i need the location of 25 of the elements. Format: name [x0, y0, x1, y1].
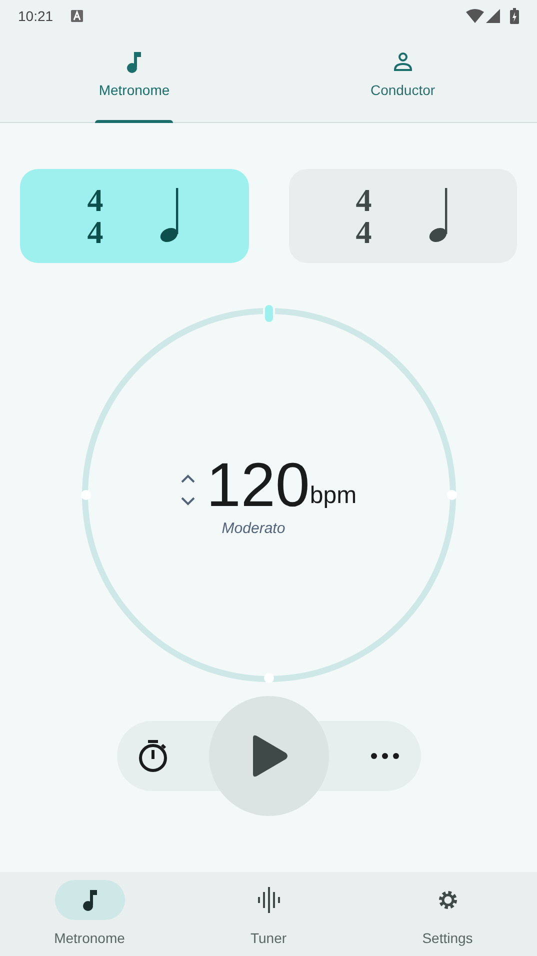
stopwatch-icon	[136, 739, 168, 773]
battery-icon	[510, 8, 519, 24]
more-icon	[370, 753, 398, 759]
time-signature-numerator: 4	[87, 184, 104, 216]
signal-icon	[486, 9, 500, 23]
wifi-icon	[466, 9, 484, 23]
time-signature-numerator: 4	[356, 184, 372, 216]
increase-tempo-icon[interactable]	[180, 474, 196, 484]
nav-item[interactable]: Settings	[358, 872, 537, 956]
meter-card[interactable]: 4 4	[20, 169, 248, 263]
meter-card[interactable]: 4 4	[288, 169, 517, 263]
quarter-note-icon	[428, 188, 450, 244]
tempo-marking: Moderato	[222, 518, 286, 539]
time-signature-denominator: 4	[356, 216, 372, 248]
decrease-tempo-icon[interactable]	[180, 496, 196, 506]
keyboard-a-icon	[71, 10, 84, 22]
status-time: 10:21	[18, 6, 54, 26]
tab[interactable]: Metronome	[0, 32, 268, 122]
time-signature-denominator: 4	[87, 216, 104, 248]
tab[interactable]: Conductor	[268, 32, 537, 122]
waveform-icon	[256, 886, 280, 914]
nav-item[interactable]: Tuner	[179, 872, 358, 956]
nav-item[interactable]: Metronome	[0, 872, 179, 956]
tempo-unit: bpm	[310, 480, 357, 511]
tempo-value: 120	[206, 456, 310, 516]
